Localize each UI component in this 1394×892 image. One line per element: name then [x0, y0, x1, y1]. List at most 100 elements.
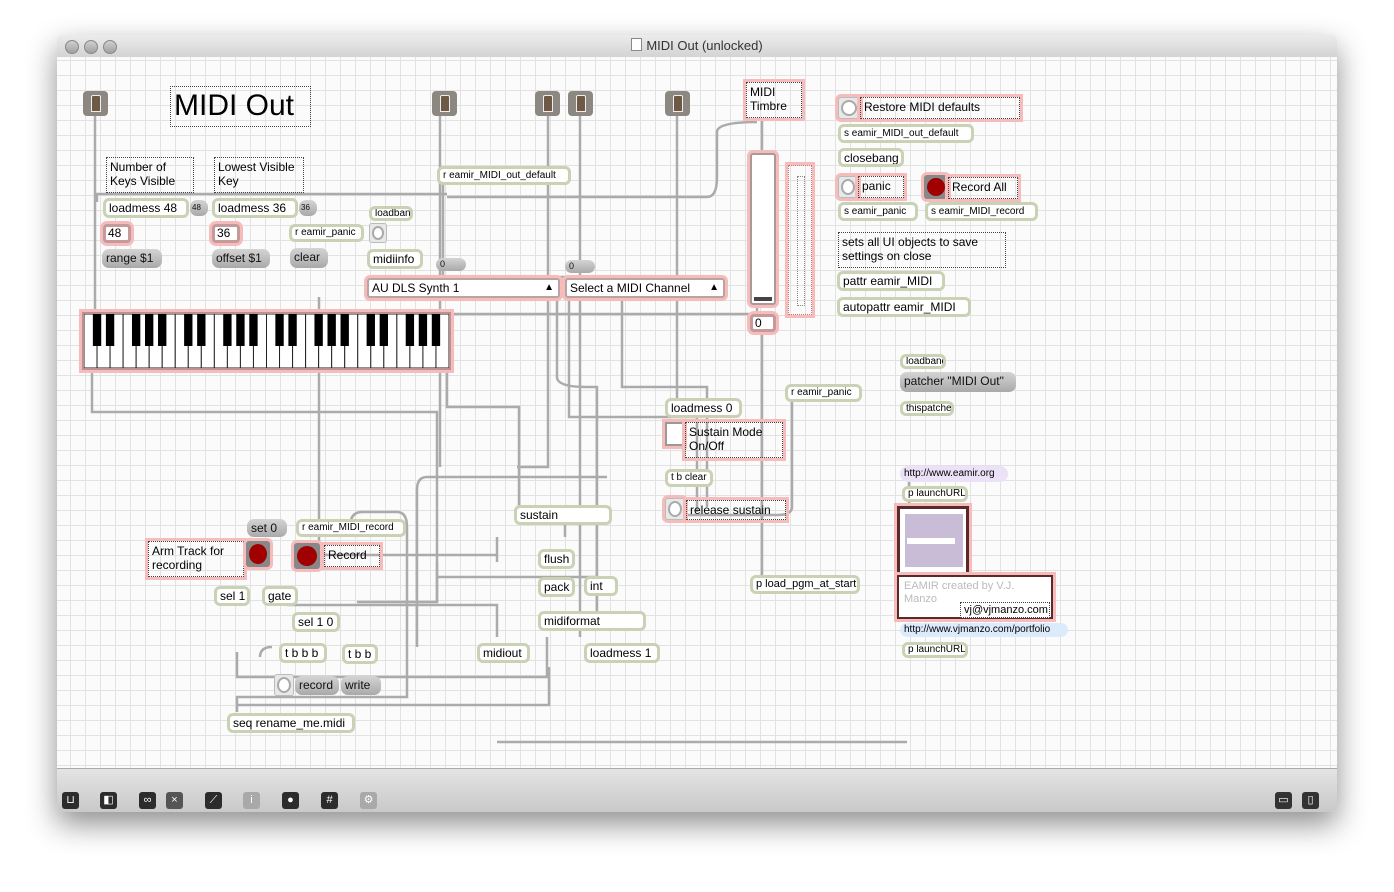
record-toggle[interactable] — [294, 543, 320, 569]
t-b-b[interactable]: t b b — [342, 644, 378, 664]
channel-menu[interactable]: Select a MIDI Channel ▲ — [565, 278, 725, 298]
lock-icon[interactable]: ⊔ — [62, 792, 79, 809]
record-message[interactable]: record — [295, 676, 339, 695]
eamir-url-message[interactable]: http://www.eamir.org — [900, 466, 1008, 482]
portfolio-url-message[interactable]: http://www.vjmanzo.com/portfolio — [900, 623, 1068, 637]
record-all-toggle[interactable] — [924, 175, 948, 199]
presentation-icon[interactable]: ⟋ — [205, 792, 222, 809]
clear-message[interactable]: clear — [290, 248, 328, 268]
black-key[interactable] — [249, 314, 258, 346]
s-eamir-midi-out-default[interactable]: s eamir_MIDI_out_default — [838, 124, 974, 143]
eamir-logo-image[interactable] — [897, 506, 969, 576]
patcher-message[interactable]: patcher "MIDI Out" — [900, 372, 1016, 392]
seq[interactable]: seq rename_me.midi — [227, 713, 355, 733]
p-load-pgm-at-start[interactable]: p load_pgm_at_start — [750, 575, 860, 594]
sel-1-0[interactable]: sel 1 0 — [292, 612, 340, 632]
black-key[interactable] — [131, 314, 141, 346]
inlet-icon[interactable] — [432, 91, 457, 116]
midiformat[interactable]: midiformat — [538, 611, 646, 631]
black-key[interactable] — [184, 314, 193, 346]
flush[interactable]: flush — [538, 549, 575, 569]
offset-message[interactable]: offset $1 — [212, 249, 270, 268]
loadmess-48[interactable]: loadmess 48 — [103, 198, 189, 218]
timbre-number[interactable]: 0 — [750, 314, 776, 332]
black-key[interactable] — [223, 314, 232, 346]
black-key[interactable] — [405, 314, 415, 346]
panic-bang[interactable] — [838, 176, 858, 198]
inlet-icon[interactable] — [665, 91, 690, 116]
msg-0[interactable]: 0 — [436, 258, 466, 271]
p-launchurl[interactable]: p launchURL — [902, 486, 968, 502]
r-eamir-midi-out-default[interactable]: r eamir_MIDI_out_default — [437, 166, 571, 185]
synth-menu[interactable]: AU DLS Synth 1 ▲ — [367, 278, 560, 298]
msg-48[interactable]: 48 — [190, 200, 208, 216]
pack[interactable]: pack — [538, 577, 575, 597]
set-0-message[interactable]: set 0 — [247, 519, 287, 537]
black-key[interactable] — [314, 314, 323, 346]
loadbang[interactable]: loadbang — [900, 354, 946, 369]
keyboard[interactable] — [82, 312, 451, 370]
r-eamir-panic[interactable]: r eamir_panic — [289, 224, 364, 242]
number-box-36[interactable]: 36 — [212, 224, 240, 243]
midiinfo[interactable]: midiinfo — [367, 249, 423, 269]
thispatcher[interactable]: thispatcher — [900, 401, 954, 416]
range-message[interactable]: range $1 — [102, 249, 162, 268]
black-key[interactable] — [275, 314, 284, 346]
info-icon[interactable]: i — [243, 792, 260, 809]
zoom-window-button[interactable] — [103, 40, 117, 54]
black-key[interactable] — [158, 314, 167, 346]
black-key[interactable] — [236, 314, 245, 346]
bang-button[interactable] — [369, 223, 387, 243]
grid-icon[interactable]: # — [321, 792, 338, 809]
release-sustain-bang[interactable] — [665, 498, 685, 520]
p-launchurl[interactable]: p launchURL — [902, 642, 968, 658]
black-key[interactable] — [92, 314, 102, 346]
closebang[interactable]: closebang — [838, 148, 904, 167]
loadbang[interactable]: loadbang — [369, 206, 413, 221]
black-key[interactable] — [288, 314, 297, 346]
t-b-clear[interactable]: t b clear — [665, 469, 713, 487]
t-b-b-b[interactable]: t b b b — [279, 643, 327, 663]
new-view-icon[interactable]: ◧ — [100, 792, 117, 809]
patcher-canvas[interactable]: MIDI Out Number of Keys Visible Lowest V… — [57, 57, 1337, 768]
minimize-window-button[interactable] — [84, 40, 98, 54]
black-key[interactable] — [366, 314, 375, 346]
binoculars-icon[interactable]: ∞ — [139, 792, 156, 809]
close-window-button[interactable] — [65, 40, 79, 54]
int[interactable]: int — [584, 576, 618, 596]
midiout[interactable]: midiout — [477, 643, 530, 663]
loadmess-1[interactable]: loadmess 1 — [584, 643, 660, 663]
restore-bang[interactable] — [838, 97, 860, 119]
bang-button[interactable] — [274, 674, 294, 696]
inlet-icon[interactable] — [568, 91, 593, 116]
black-key[interactable] — [379, 314, 388, 346]
s-eamir-midi-record[interactable]: s eamir_MIDI_record — [925, 202, 1038, 221]
sustain-toggle[interactable] — [665, 422, 684, 446]
r-eamir-midi-record[interactable]: r eamir_MIDI_record — [296, 519, 406, 537]
split-vertical-icon[interactable]: ▯ — [1302, 792, 1319, 809]
black-key[interactable] — [418, 314, 428, 346]
close-box-icon[interactable]: × — [166, 792, 183, 809]
msg-0[interactable]: 0 — [565, 260, 595, 273]
arm-track-toggle[interactable] — [246, 541, 270, 567]
slider-knob[interactable] — [754, 297, 772, 301]
black-key[interactable] — [145, 314, 154, 346]
black-key[interactable] — [197, 314, 206, 346]
inlet-icon[interactable] — [83, 91, 108, 116]
pattr[interactable]: pattr eamir_MIDI — [837, 271, 945, 291]
gate[interactable]: gate — [262, 586, 298, 606]
s-eamir-panic[interactable]: s eamir_panic — [838, 202, 918, 221]
patch-cord-icon[interactable]: ● — [282, 792, 299, 809]
sustain[interactable]: sustain — [514, 505, 612, 525]
black-key[interactable] — [431, 314, 441, 346]
black-key[interactable] — [340, 314, 349, 346]
autopattr[interactable]: autopattr eamir_MIDI — [837, 297, 971, 317]
inlet-icon[interactable] — [535, 91, 560, 116]
loadmess-0[interactable]: loadmess 0 — [665, 398, 742, 418]
black-key[interactable] — [327, 314, 336, 346]
sel-1[interactable]: sel 1 — [214, 586, 250, 606]
timbre-slider[interactable] — [750, 153, 776, 305]
split-horizontal-icon[interactable]: ▭ — [1275, 792, 1292, 809]
gear-icon[interactable]: ⚙ — [360, 792, 377, 809]
number-box-48[interactable]: 48 — [103, 224, 131, 243]
